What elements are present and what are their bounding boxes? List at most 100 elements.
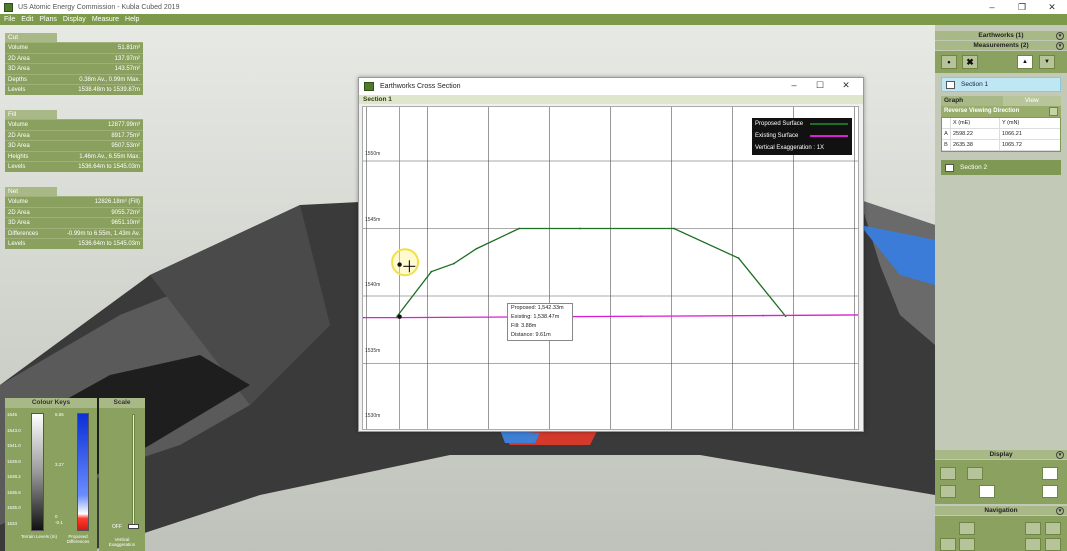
scale-value: OFF xyxy=(112,524,122,530)
cross-section-graph[interactable]: 1550m 1545m 1540m 1535m 1530m Proposed S… xyxy=(362,106,859,430)
rotate-icon[interactable] xyxy=(1045,538,1061,551)
menu-edit[interactable]: Edit xyxy=(21,16,33,23)
right-panel: Earthworks (1) ▾ Measurements (2) ▾ • ✖ … xyxy=(935,25,1067,551)
triangle-up-icon: ▲ xyxy=(1022,59,1028,65)
stat-row: 2D Area 8917.75m² xyxy=(5,129,143,140)
xsec-maximize-button[interactable]: ☐ xyxy=(807,80,833,91)
cross-section-icon xyxy=(946,80,955,89)
display-angle-button[interactable] xyxy=(967,467,983,480)
legend-swatch xyxy=(810,135,848,137)
navigation-header[interactable]: Navigation ▾ xyxy=(935,506,1067,516)
cross-section-chart[interactable] xyxy=(363,107,859,430)
earthworks-header[interactable]: Earthworks (1) ▾ xyxy=(935,31,1067,41)
stat-row: 2D Area 137.97m² xyxy=(5,52,143,63)
table-header: X (mE) Y (mN) xyxy=(942,118,1060,129)
app-icon xyxy=(4,2,13,12)
move-up-button[interactable]: ▲ xyxy=(1017,55,1033,69)
pan-left-icon[interactable] xyxy=(940,538,956,551)
move-down-button[interactable]: ▼ xyxy=(1039,55,1055,69)
fill-header: Fill xyxy=(5,110,57,119)
pan-up-icon[interactable] xyxy=(959,522,975,535)
display-style-button[interactable] xyxy=(940,485,956,498)
display-mode-button[interactable] xyxy=(940,467,956,480)
add-measurement-button[interactable]: • xyxy=(941,55,957,69)
section-1-item[interactable]: Section 1 xyxy=(941,77,1061,92)
reverse-direction-icon[interactable] xyxy=(1049,107,1058,116)
xsec-minimize-button[interactable]: – xyxy=(781,80,807,91)
stat-row: Volume 12826.18m³ (Fill) xyxy=(5,196,143,207)
zoom-out-icon[interactable] xyxy=(1025,538,1041,551)
pan-down-icon[interactable] xyxy=(959,538,975,551)
cross-section-window[interactable]: Earthworks Cross Section – ☐ ✕ Section 1… xyxy=(358,77,864,432)
stat-row: 3D Area 9651.10m² xyxy=(5,217,143,228)
table-row[interactable]: B 2635.38 1065.72 xyxy=(942,140,1060,151)
cross-section-icon xyxy=(945,163,954,172)
tooltip-proposed: Proposed: 1,542.33m xyxy=(511,305,564,311)
scale-header: Scale xyxy=(99,398,145,408)
menu-help[interactable]: Help xyxy=(125,16,139,23)
reverse-viewing-direction[interactable]: Reverse Viewing Direction xyxy=(941,106,1061,117)
stat-row: 3D Area 9507.53m² xyxy=(5,140,143,151)
display-measure-button[interactable] xyxy=(979,485,995,498)
measurements-toolbar: • ✖ ▲ ▼ xyxy=(935,51,1067,73)
delete-measurement-button[interactable]: ✖ xyxy=(962,55,978,69)
menu-bar: File Edit Plans Display Measure Help xyxy=(0,14,1067,25)
vertical-exaggeration-label: Vertical Exaggeration xyxy=(108,537,136,547)
y-tick-label: 1545m xyxy=(365,217,381,223)
measurements-header[interactable]: Measurements (2) ▾ xyxy=(935,41,1067,51)
stat-row: 2D Area 9055.72m² xyxy=(5,206,143,217)
section-tabs: Graph View xyxy=(941,96,1061,106)
tab-graph[interactable]: Graph xyxy=(941,96,1003,106)
menu-plans[interactable]: Plans xyxy=(39,16,57,23)
series-point xyxy=(737,257,740,260)
zoom-in-icon[interactable] xyxy=(1025,522,1041,535)
menu-measure[interactable]: Measure xyxy=(92,16,119,23)
tooltip-distance: Distance: 9.61m xyxy=(511,332,551,338)
section-2-item[interactable]: Section 2 xyxy=(941,160,1061,175)
stat-row: 3D Area 143.57m² xyxy=(5,63,143,74)
app-icon xyxy=(364,82,374,91)
stat-row: Depths 0.38m Av., 0.99m Max. xyxy=(5,73,143,84)
probe-marker-proposed xyxy=(397,262,402,267)
difference-tick-labels: 6.55 3.27 0 -0.1 xyxy=(55,412,64,525)
triangle-down-icon: ▼ xyxy=(1044,59,1050,65)
legend-item-proposed: Proposed Surface xyxy=(752,118,852,130)
measure-line-icon[interactable] xyxy=(1042,467,1058,480)
point-b-icon: B xyxy=(942,140,951,150)
collapse-icon[interactable]: ▾ xyxy=(1056,32,1064,40)
tooltip-existing: Existing: 1,538.47m xyxy=(511,314,560,320)
terrain-levels-label: Terrain Levels (m) xyxy=(20,534,57,539)
menu-display[interactable]: Display xyxy=(63,16,86,23)
dot-icon: • xyxy=(947,57,951,67)
cross-section-subtitle: Section 1 xyxy=(359,95,863,104)
series-point xyxy=(452,262,455,265)
collapse-icon[interactable]: ▾ xyxy=(1056,507,1064,515)
grid-icon[interactable] xyxy=(1042,485,1058,498)
point-a-icon: A xyxy=(942,129,951,139)
navigation-panel: Navigation ▾ xyxy=(935,506,1067,551)
minimize-button[interactable]: – xyxy=(977,0,1007,14)
restore-button[interactable]: ❐ xyxy=(1007,0,1037,14)
move-icon[interactable] xyxy=(1045,522,1061,535)
series-point xyxy=(673,227,675,230)
close-button[interactable]: ✕ xyxy=(1037,0,1067,14)
series-point xyxy=(762,314,764,317)
stat-row: Differences -0.99m to 6.55m, 1.43m Av. xyxy=(5,227,143,238)
scale-slider-handle[interactable] xyxy=(128,524,139,529)
series-existing-line xyxy=(363,314,858,319)
table-row[interactable]: A 2598.22 1066.21 xyxy=(942,129,1060,140)
colour-keys-panel: Colour Keys 1545 1543.0 1541.0 1539.8 15… xyxy=(5,398,97,551)
collapse-icon[interactable]: ▾ xyxy=(1056,42,1064,50)
tab-view[interactable]: View xyxy=(1002,96,1061,106)
scale-slider-track[interactable] xyxy=(132,414,135,527)
series-point xyxy=(430,270,433,273)
collapse-icon[interactable]: ▾ xyxy=(1056,451,1064,459)
menu-file[interactable]: File xyxy=(4,16,15,23)
series-point xyxy=(475,247,478,250)
cross-section-title-bar[interactable]: Earthworks Cross Section – ☐ ✕ xyxy=(359,78,863,95)
xsec-close-button[interactable]: ✕ xyxy=(833,80,859,91)
display-header[interactable]: Display ▾ xyxy=(935,450,1067,460)
stat-row: Levels 1536.64m to 1545.03m xyxy=(5,161,143,172)
series-point xyxy=(579,227,581,230)
legend-vertical-exaggeration: Vertical Exaggeration : 1X xyxy=(755,145,825,151)
